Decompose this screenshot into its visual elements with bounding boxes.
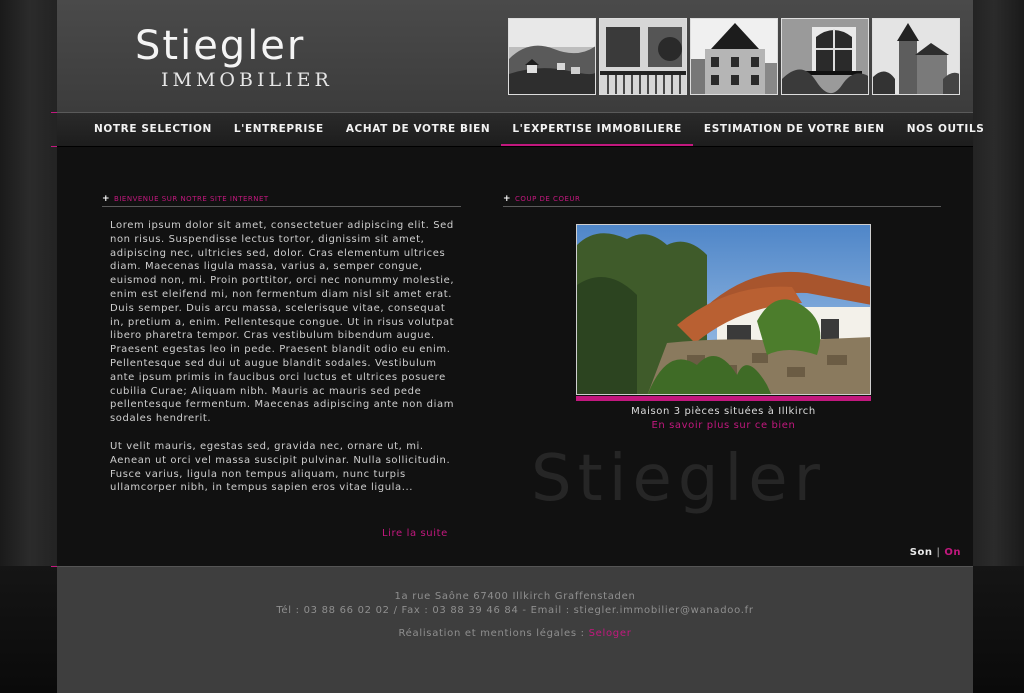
welcome-paragraph: Ut velit mauris, egestas sed, gravida ne…: [110, 440, 451, 494]
welcome-paragraph: Lorem ipsum dolor sit amet, consectetuer…: [110, 220, 455, 425]
read-more-link[interactable]: Lire la suite: [382, 528, 448, 539]
sound-label[interactable]: Son: [910, 547, 933, 558]
site-logo[interactable]: Stiegler IMMOBILIER: [135, 24, 395, 92]
nav-outils[interactable]: NOS OUTILS: [896, 113, 996, 147]
half-timbered-house-photo: [690, 18, 778, 95]
site-header: Stiegler IMMOBILIER: [57, 0, 973, 112]
plus-icon: +: [503, 194, 512, 204]
header-photo-strip: [508, 18, 960, 95]
sound-separator: |: [936, 547, 941, 558]
featured-accent-bar: [576, 396, 871, 401]
footer-credit-label: Réalisation et mentions légales :: [398, 628, 585, 639]
right-side-panel: [973, 566, 1024, 693]
site-footer: 1a rue Saône 67400 Illkirch Graffenstade…: [57, 566, 973, 693]
featured-property-photo[interactable]: [576, 224, 871, 395]
brand-watermark: Stiegler: [531, 442, 826, 516]
sound-toggle: Son | On: [910, 547, 961, 558]
village-photo: [508, 18, 596, 95]
main-content: Stiegler + Bienvenue sur notre site inter…: [57, 146, 973, 566]
page-container: Stiegler IMMOBILIER NOTRE SELECTION L'EN…: [57, 0, 984, 693]
logo-name: Stiegler: [135, 23, 306, 69]
plus-icon: +: [102, 194, 111, 204]
featured-details-link[interactable]: En savoir plus sur ce bien: [576, 420, 871, 431]
left-side-panel: [0, 566, 57, 693]
welcome-heading: + Bienvenue sur notre site internet: [102, 193, 461, 207]
footer-credit: Réalisation et mentions légales : Seloge…: [57, 628, 973, 639]
footer-contact: Tél : 03 88 66 02 02 / Fax : 03 88 39 46…: [276, 605, 754, 616]
balcony-photo: [599, 18, 687, 95]
welcome-text: Lorem ipsum dolor sit amet, consectetuer…: [110, 219, 455, 495]
footer-address: 1a rue Saône 67400 Illkirch Graffenstade…: [394, 591, 636, 602]
sound-on-button[interactable]: On: [944, 547, 961, 558]
nav-entreprise[interactable]: L'ENTREPRISE: [223, 113, 335, 147]
nav-notre-selection[interactable]: NOTRE SELECTION: [83, 113, 223, 147]
logo-subtitle: IMMOBILIER: [161, 69, 333, 91]
featured-caption: Maison 3 pièces situées à Illkirch: [631, 406, 816, 417]
castle-photo: [872, 18, 960, 95]
featured-heading: + Coup de coeur: [503, 193, 941, 207]
window-balcony-photo: [781, 18, 869, 95]
featured-heading-text: Coup de coeur: [515, 195, 581, 203]
main-navigation: NOTRE SELECTION L'ENTREPRISE ACHAT DE VO…: [57, 112, 984, 147]
nav-achat[interactable]: ACHAT DE VOTRE BIEN: [335, 113, 502, 147]
nav-estimation[interactable]: ESTIMATION DE VOTRE BIEN: [693, 113, 896, 147]
welcome-heading-text: Bienvenue sur notre site internet: [114, 195, 269, 203]
nav-expertise[interactable]: L'EXPERTISE IMMOBILIERE: [501, 113, 693, 147]
footer-credit-link[interactable]: Seloger: [589, 628, 632, 639]
